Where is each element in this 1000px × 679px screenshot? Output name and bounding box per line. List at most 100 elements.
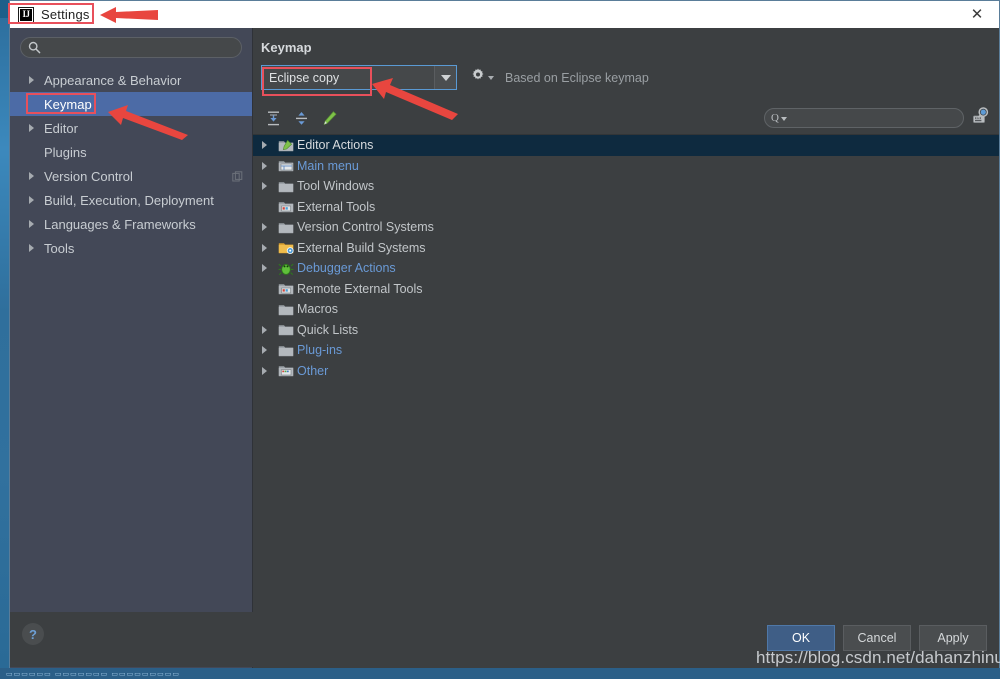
keymap-select-toggle[interactable] (434, 66, 456, 89)
folder-build-icon (278, 240, 297, 255)
sidebar-item-appearance-behavior[interactable]: Appearance & Behavior (10, 68, 252, 92)
sidebar-search-input[interactable] (45, 39, 241, 56)
keymap-select[interactable]: Eclipse copy (261, 65, 457, 90)
sidebar-item-label: Tools (44, 240, 75, 256)
sidebar-item-keymap[interactable]: Keymap (10, 92, 252, 116)
find-by-shortcut-icon[interactable] (972, 106, 991, 130)
chevron-down-icon (440, 74, 451, 81)
dialog-titlebar: IJ Settings ✕ (10, 1, 999, 28)
pencil-icon[interactable] (321, 110, 338, 127)
folder-icon (278, 179, 297, 194)
close-icon[interactable]: ✕ (955, 1, 999, 28)
action-tree-label: Debugger Actions (297, 261, 396, 276)
sidebar-item-list: Appearance & Behavior Keymap Editor Plugins… (10, 68, 252, 260)
sidebar-item-build-execution-deployment[interactable]: Build, Execution, Deployment (10, 188, 252, 212)
dialog-title: Settings (41, 7, 90, 22)
cancel-button[interactable]: Cancel (843, 625, 911, 651)
folder-icon (278, 322, 297, 337)
chevron-right-icon[interactable] (24, 172, 38, 180)
folder-tools-icon (278, 281, 297, 296)
folder-menu-icon (278, 158, 297, 173)
chevron-right-icon[interactable] (24, 124, 38, 132)
folder-editor-icon (278, 138, 297, 153)
chevron-right-icon[interactable] (262, 223, 278, 232)
keymap-select-value: Eclipse copy (269, 70, 340, 85)
chevron-down-icon (488, 75, 494, 80)
sidebar-item-tools[interactable]: Tools (10, 236, 252, 260)
folder-icon (278, 220, 297, 235)
settings-dialog: IJ Settings ✕ Appearance & Behavior Keym… (9, 0, 1000, 669)
action-tree-row[interactable]: Remote External Tools (253, 279, 999, 300)
keymap-toolbar: Q (253, 102, 999, 134)
action-tree-label: Other (297, 363, 329, 378)
keymap-search-input[interactable] (786, 110, 963, 126)
keymap-action-tree: Editor Actions Main menu Tool Windows Exter… (253, 134, 999, 669)
background-window-strip (0, 18, 9, 670)
gear-icon (471, 68, 485, 87)
chevron-right-icon[interactable] (24, 220, 38, 228)
sidebar-item-label: Languages & Frameworks (44, 216, 196, 232)
action-tree-row[interactable]: Quick Lists (253, 320, 999, 341)
action-tree-label: Main menu (297, 158, 359, 173)
sidebar-item-label: Appearance & Behavior (44, 72, 182, 88)
expand-all-icon[interactable] (265, 110, 282, 127)
based-on-label: Based on Eclipse keymap (505, 70, 649, 85)
chevron-right-icon[interactable] (262, 346, 278, 355)
chevron-right-icon[interactable] (24, 76, 38, 84)
chevron-right-icon[interactable] (262, 366, 278, 375)
chevron-right-icon[interactable] (262, 325, 278, 334)
sidebar-item-plugins[interactable]: Plugins (10, 140, 252, 164)
sidebar-item-label: Editor (44, 120, 78, 136)
sidebar-item-version-control[interactable]: Version Control (10, 164, 252, 188)
desktop-taskbar: ▭▭▭▭▭▭ ▭▭▭▭▭▭▭ ▭▭▭▭▭▭▭▭▭ (0, 668, 1000, 679)
sidebar-search-box[interactable] (20, 37, 242, 58)
sidebar-search-wrap (10, 28, 252, 58)
action-tree-label: Macros (297, 302, 338, 317)
action-tree-label: External Build Systems (297, 240, 426, 255)
action-tree-label: Plug-ins (297, 343, 343, 358)
action-tree-label: Remote External Tools (297, 281, 423, 296)
intellij-logo-text: IJ (22, 9, 30, 19)
action-tree-row[interactable]: Macros (253, 299, 999, 320)
keymap-settings-button[interactable] (471, 68, 494, 87)
action-tree-label: External Tools (297, 199, 376, 214)
action-tree-row[interactable]: Version Control Systems (253, 217, 999, 238)
chevron-right-icon[interactable] (262, 182, 278, 191)
taskbar-items: ▭▭▭▭▭▭ ▭▭▭▭▭▭▭ ▭▭▭▭▭▭▭▭▭ (6, 670, 180, 678)
bug-icon (278, 261, 297, 276)
intellij-logo-icon: IJ (18, 6, 34, 23)
sidebar-item-editor[interactable]: Editor (10, 116, 252, 140)
folder-other-icon (278, 363, 297, 378)
action-tree-row[interactable]: Debugger Actions (253, 258, 999, 279)
help-button[interactable]: ? (22, 623, 44, 645)
action-tree-row[interactable]: External Build Systems (253, 238, 999, 259)
chevron-right-icon[interactable] (262, 161, 278, 170)
folder-icon (278, 302, 297, 317)
action-tree-row[interactable]: Main menu (253, 156, 999, 177)
action-tree-label: Quick Lists (297, 322, 359, 337)
search-icon (28, 41, 41, 59)
action-tree-row[interactable]: Other (253, 361, 999, 382)
keymap-search-box[interactable]: Q (764, 108, 964, 128)
chevron-right-icon[interactable] (24, 196, 38, 204)
search-icon: Q (771, 112, 779, 124)
titlebar-left: IJ Settings (18, 1, 90, 28)
chevron-right-icon[interactable] (262, 141, 278, 150)
chevron-right-icon[interactable] (262, 264, 278, 273)
dialog-body: Appearance & Behavior Keymap Editor Plugins… (10, 28, 999, 669)
action-tree-row[interactable]: Tool Windows (253, 176, 999, 197)
keymap-toolbar-left (253, 110, 338, 127)
action-tree-row[interactable]: Editor Actions (253, 135, 999, 156)
ok-button[interactable]: OK (767, 625, 835, 651)
dialog-button-row: OK Cancel Apply (767, 625, 987, 651)
chevron-right-icon[interactable] (262, 243, 278, 252)
apply-button[interactable]: Apply (919, 625, 987, 651)
collapse-all-icon[interactable] (293, 110, 310, 127)
sidebar-item-label: Build, Execution, Deployment (44, 192, 214, 208)
sidebar-item-languages-frameworks[interactable]: Languages & Frameworks (10, 212, 252, 236)
keymap-selector-row: Eclipse copy Based on Eclipse keymap (261, 65, 649, 90)
action-tree-row[interactable]: Plug-ins (253, 340, 999, 361)
copy-icon (232, 170, 243, 182)
chevron-right-icon[interactable] (24, 244, 38, 252)
action-tree-row[interactable]: External Tools (253, 197, 999, 218)
